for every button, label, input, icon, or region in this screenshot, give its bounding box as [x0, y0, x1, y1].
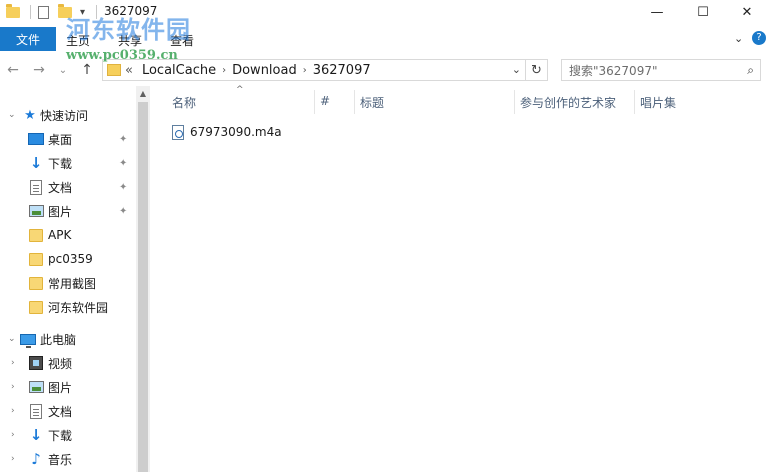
desktop-icon: [28, 132, 44, 146]
column-header-album[interactable]: 唱片集: [640, 94, 676, 111]
watermark-logo: 河东软件园: [66, 15, 191, 44]
sidebar-item-pc-pictures[interactable]: › 图片: [0, 376, 136, 398]
chevron-down-icon[interactable]: ⌄: [8, 110, 16, 120]
column-header-number[interactable]: #: [320, 94, 330, 108]
sidebar-item-screenshots[interactable]: 常用截图: [0, 272, 136, 294]
scrollbar-thumb[interactable]: [138, 102, 148, 472]
column-header-name[interactable]: 名称: [172, 94, 196, 111]
scroll-up-icon[interactable]: ▲: [136, 86, 150, 100]
sidebar-item-label: pc0359: [48, 252, 93, 266]
breadcrumb-3627097[interactable]: 3627097: [308, 63, 376, 78]
sidebar-item-documents[interactable]: 文档 ✦: [0, 176, 136, 198]
sidebar-item-label: 图片: [48, 204, 73, 219]
column-divider[interactable]: [634, 90, 635, 114]
sidebar-item-label: 桌面: [48, 132, 73, 147]
sidebar-item-this-pc[interactable]: ⌄ 此电脑: [0, 328, 136, 350]
column-divider[interactable]: [354, 90, 355, 114]
up-button[interactable]: ↑: [78, 60, 96, 80]
properties-icon[interactable]: [38, 3, 49, 21]
back-button[interactable]: ←: [4, 60, 22, 80]
recent-locations-button[interactable]: ⌄: [54, 60, 72, 80]
chevron-right-icon[interactable]: ›: [11, 406, 15, 416]
pin-icon: ✦: [119, 157, 128, 169]
list-item[interactable]: 67973090.m4a: [172, 122, 282, 142]
sidebar-item-label: 下载: [48, 428, 73, 443]
tab-file[interactable]: 文件: [0, 27, 56, 51]
sidebar-item-label: 河东软件园: [48, 300, 109, 315]
navigation-pane: ⌄ ★ 快速访问 桌面 ✦ ↓ 下载 ✦ 文档 ✦ 图片 ✦ APK pc035…: [0, 86, 136, 472]
column-divider[interactable]: [314, 90, 315, 114]
computer-icon: [20, 332, 36, 348]
sidebar-item-label: 图片: [48, 380, 73, 395]
forward-button[interactable]: →: [30, 60, 48, 80]
star-icon: ★: [24, 107, 36, 123]
search-placeholder: 搜索"3627097": [569, 63, 658, 78]
folder-icon: [28, 276, 44, 290]
help-icon[interactable]: ?: [752, 31, 766, 45]
chevron-right-icon[interactable]: ›: [11, 454, 15, 464]
watermark-url: www.pc0359.cn: [66, 48, 178, 63]
file-name: 67973090.m4a: [190, 125, 282, 139]
pictures-icon: [28, 380, 44, 394]
sidebar-item-pc-downloads[interactable]: › ↓ 下载: [0, 424, 136, 446]
column-divider[interactable]: [514, 90, 515, 114]
download-icon: ↓: [29, 153, 43, 172]
search-icon: ⌕: [747, 63, 754, 77]
sidebar-item-label: APK: [48, 228, 72, 242]
sidebar-item-pictures[interactable]: 图片 ✦: [0, 200, 136, 222]
chevron-down-icon[interactable]: ⌄: [8, 334, 16, 344]
sidebar-item-label: 文档: [48, 180, 73, 195]
file-list: ^ 名称 # 标题 参与创作的艺术家 唱片集 67973090.m4a: [150, 85, 768, 472]
pin-icon: ✦: [119, 133, 128, 145]
sort-ascending-icon: ^: [236, 85, 244, 95]
sidebar-item-label: 常用截图: [48, 276, 97, 291]
document-icon: [28, 179, 44, 195]
sidebar-item-music[interactable]: › ♪ 音乐: [0, 448, 136, 470]
sidebar-item-videos[interactable]: › 视频: [0, 352, 136, 374]
download-icon: ↓: [29, 425, 43, 444]
breadcrumb-localcache[interactable]: LocalCache: [137, 63, 221, 78]
close-button[interactable]: ✕: [726, 0, 768, 24]
breadcrumb-download[interactable]: Download: [227, 63, 302, 78]
chevron-right-icon[interactable]: ›: [11, 382, 15, 392]
sidebar-item-pc0359[interactable]: pc0359: [0, 248, 136, 270]
sidebar-item-apk[interactable]: APK: [0, 224, 136, 246]
audio-file-icon: [172, 124, 184, 140]
sidebar-item-label: 文档: [48, 404, 73, 419]
sidebar-item-quick-access[interactable]: ⌄ ★ 快速访问: [0, 104, 136, 126]
document-icon: [28, 403, 44, 419]
chevron-right-icon[interactable]: ›: [11, 358, 15, 368]
search-input[interactable]: 搜索"3627097" ⌕: [561, 59, 761, 81]
divider: [30, 5, 31, 19]
minimize-button[interactable]: —: [634, 0, 680, 24]
folder-icon: [28, 252, 44, 266]
column-header-artist[interactable]: 参与创作的艺术家: [520, 94, 616, 111]
chevron-right-icon[interactable]: ›: [11, 430, 15, 440]
address-dropdown-icon[interactable]: ⌄: [512, 63, 521, 76]
music-icon: ♪: [31, 449, 41, 468]
videos-icon: [28, 356, 44, 370]
folder-icon: [107, 64, 121, 76]
sidebar-item-label: 下载: [48, 156, 73, 171]
pictures-icon: [28, 204, 44, 218]
column-header-title[interactable]: 标题: [360, 94, 384, 111]
sidebar-item-hedong[interactable]: 河东软件园: [0, 296, 136, 318]
refresh-button[interactable]: ↻: [526, 59, 548, 81]
sidebar-item-downloads[interactable]: ↓ 下载 ✦: [0, 152, 136, 174]
navigation-scrollbar[interactable]: ▲: [136, 86, 150, 472]
sidebar-item-desktop[interactable]: 桌面 ✦: [0, 128, 136, 150]
maximize-button[interactable]: ☐: [680, 0, 726, 24]
sidebar-item-label: 此电脑: [40, 332, 77, 347]
breadcrumb-overflow[interactable]: «: [121, 63, 137, 78]
sidebar-item-label: 音乐: [48, 452, 73, 467]
folder-icon: [28, 300, 44, 314]
pin-icon: ✦: [119, 181, 128, 193]
pin-icon: ✦: [119, 205, 128, 217]
ribbon-collapse-icon[interactable]: ⌄: [734, 32, 743, 45]
sidebar-item-label: 视频: [48, 356, 73, 371]
sidebar-item-pc-documents[interactable]: › 文档: [0, 400, 136, 422]
folder-icon: [6, 3, 20, 21]
sidebar-item-label: 快速访问: [40, 108, 89, 123]
folder-icon: [28, 228, 44, 242]
